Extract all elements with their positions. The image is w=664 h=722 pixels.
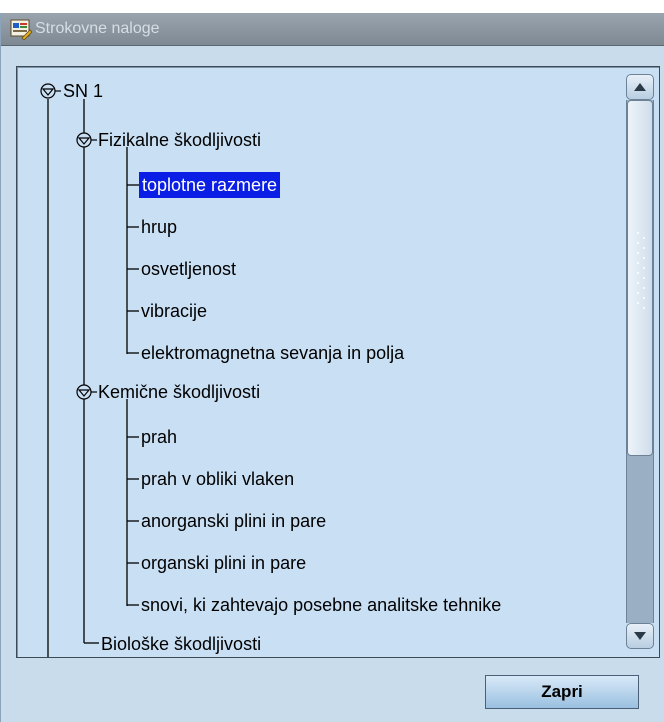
tree-node-group-biological[interactable]: Biološke škodljivosti — [101, 631, 261, 657]
vertical-scrollbar[interactable] — [626, 74, 654, 649]
close-button[interactable]: Zapri — [485, 675, 639, 709]
scroll-down-button[interactable] — [626, 623, 654, 649]
tree-node-root[interactable]: SN 1 — [63, 78, 103, 104]
arrow-down-icon — [634, 632, 646, 640]
form-icon — [10, 18, 33, 41]
tree-node-item[interactable]: prah v obliki vlaken — [141, 466, 294, 492]
tree-node-group-physical[interactable]: Fizikalne škodljivosti — [98, 127, 261, 153]
tree-node-item[interactable]: anorganski plini in pare — [141, 508, 326, 534]
window-title: Strokovne naloge — [35, 20, 160, 37]
tree-node-item[interactable]: prah — [141, 424, 177, 450]
scroll-up-button[interactable] — [626, 74, 654, 100]
scroll-thumb[interactable] — [627, 100, 653, 456]
scroll-track[interactable] — [626, 100, 654, 623]
tree-node-group-chemical[interactable]: Kemične škodljivosti — [98, 379, 260, 405]
grip-icon — [637, 232, 645, 309]
tree-node-item[interactable]: osvetljenost — [141, 256, 236, 282]
tree-node-item[interactable]: elektromagnetna sevanja in polja — [141, 340, 404, 366]
tree-node-item[interactable]: organski plini in pare — [141, 550, 306, 576]
tree-panel[interactable]: SN 1 Fizikalne škodljivosti toplotne raz… — [16, 66, 660, 658]
title-bar[interactable]: Strokovne naloge — [1, 13, 664, 46]
dialog-window: Strokovne naloge SN 1 Fizikalne škodljiv… — [0, 13, 664, 722]
arrow-up-icon — [634, 83, 646, 91]
tree-node-item[interactable]: hrup — [141, 214, 177, 240]
tree-node-selected-item[interactable]: toplotne razmere — [139, 172, 281, 198]
top-edge — [0, 0, 664, 13]
tree-node-item[interactable]: snovi, ki zahtevajo posebne analitske te… — [141, 592, 501, 618]
tree-node-item[interactable]: vibracije — [141, 298, 207, 324]
